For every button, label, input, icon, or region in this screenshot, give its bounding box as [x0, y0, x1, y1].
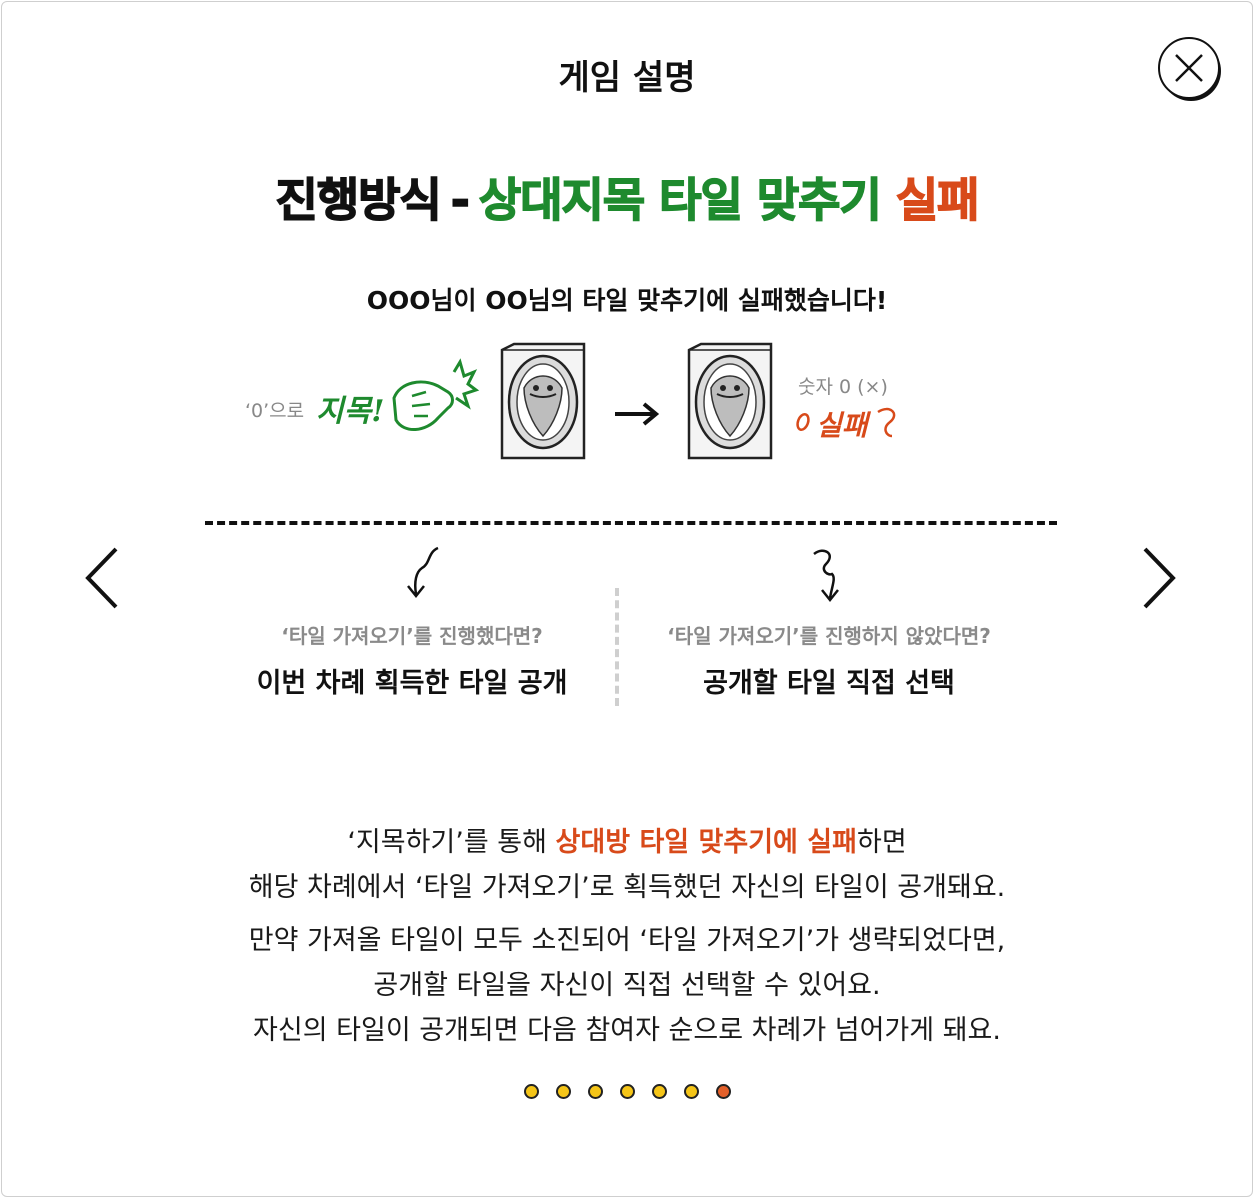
next-page-button[interactable] — [1139, 545, 1179, 611]
heading-red: 실패 — [895, 172, 980, 228]
description-text: ‘지목하기’를 통해 상대방 타일 맞추기에 실패하면 해당 차례에서 ‘타일 … — [2, 820, 1252, 1053]
heading-green: 상대지목 타일 맞추기 — [478, 172, 882, 228]
description-line: 공개할 타일을 자신이 직접 선택할 수 있어요. — [373, 970, 881, 1001]
pagination-dot[interactable] — [523, 1084, 539, 1099]
pagination-dot[interactable] — [651, 1084, 667, 1099]
illustration-right-note: 숫자 0 (×) — [798, 376, 888, 398]
description-line: 만약 가져올 타일이 모두 소진되어 ‘타일 가져오기’가 생략되었다면, — [248, 925, 1006, 956]
description-line: ‘지목하기’를 통해 상대방 타일 맞추기에 실패하면 — [2, 820, 1252, 865]
arrow-right-icon — [615, 402, 660, 426]
case-fetched-tile: ‘타일 가져오기’를 진행했다면? 이번 차례 획득한 타일 공개 — [202, 620, 622, 700]
heading-black: 진행방식 — [275, 172, 443, 228]
pagination-dot[interactable] — [555, 1084, 571, 1099]
case-question: ‘타일 가져오기’를 진행하지 않았다면? — [667, 624, 991, 648]
heading-dash: - — [450, 172, 471, 228]
section-divider — [205, 521, 1057, 525]
pagination-dot[interactable] — [715, 1084, 731, 1099]
case-answer: 공개할 타일 직접 선택 — [703, 668, 955, 699]
game-guide-modal: 게임 설명 진행방식 - 상대지목 타일 맞추기 실패 OOO님이 OO님의 타일 … — [1, 1, 1253, 1197]
illustration-left-handwriting: 지목! — [316, 394, 385, 429]
curly-arrow-icon — [407, 546, 439, 599]
case-no-fetch: ‘타일 가져오기’를 진행하지 않았다면? 공개할 타일 직접 선택 — [619, 620, 1039, 700]
illustration-right-handwriting: 실패 — [816, 409, 868, 442]
description-line: 해당 차례에서 ‘타일 가져오기’로 획득했던 자신의 타일이 공개돼요. — [248, 872, 1006, 903]
description-text-post: 하면 — [856, 827, 907, 858]
pagination-dot[interactable] — [619, 1084, 635, 1099]
pagination-dots — [2, 1084, 1252, 1099]
pagination-dot[interactable] — [683, 1084, 699, 1099]
modal-title: 게임 설명 — [558, 58, 696, 98]
illustration — [392, 342, 896, 460]
close-icon[interactable] — [1158, 36, 1224, 102]
illustration-left-note: ‘0’으로 — [245, 400, 305, 422]
tile-card-back-icon — [687, 342, 773, 460]
case-answer: 이번 차례 획득한 타일 공개 — [256, 668, 568, 699]
previous-page-button[interactable] — [82, 545, 122, 611]
tile-card-back-icon — [500, 342, 586, 460]
description-line: 자신의 타일이 공개되면 다음 참여자 순으로 차례가 넘어가게 돼요. — [253, 1015, 1001, 1046]
curly-arrow-icon — [813, 549, 839, 603]
description-text-pre: ‘지목하기’를 통해 — [347, 827, 556, 858]
description-highlight: 상대방 타일 맞추기에 실패 — [555, 827, 857, 858]
pagination-dot[interactable] — [587, 1084, 603, 1099]
case-question: ‘타일 가져오기’를 진행했다면? — [281, 624, 543, 648]
pointing-hand-icon — [392, 358, 480, 431]
section-heading: 진행방식 - 상대지목 타일 맞추기 실패 — [2, 164, 1252, 230]
result-subtitle: OOO님이 OO님의 타일 맞추기에 실패했습니다! — [366, 286, 888, 315]
